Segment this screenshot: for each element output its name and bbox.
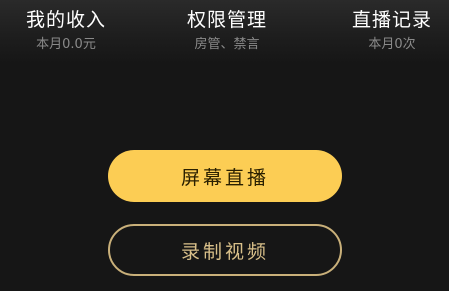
live-records-title: 直播记录 xyxy=(351,9,432,31)
my-income-title: 我的收入 xyxy=(25,9,106,31)
permission-management-entry[interactable]: 权限管理 房管、禁言 xyxy=(172,8,282,54)
live-records-entry[interactable]: 直播记录 本月0次 xyxy=(340,8,444,54)
permission-management-title: 权限管理 xyxy=(186,9,267,31)
screen-live-button[interactable]: 屏幕直播 xyxy=(108,150,342,202)
my-income-amount: 本月0.0元 xyxy=(36,37,96,52)
live-records-count: 本月0次 xyxy=(368,37,416,52)
record-video-label: 录制视频 xyxy=(180,240,269,263)
permission-management-detail: 房管、禁言 xyxy=(194,37,260,52)
record-video-button[interactable]: 录制视频 xyxy=(108,224,342,276)
my-income-entry[interactable]: 我的收入 本月0.0元 xyxy=(14,8,118,54)
screen-live-label: 屏幕直播 xyxy=(180,166,269,189)
